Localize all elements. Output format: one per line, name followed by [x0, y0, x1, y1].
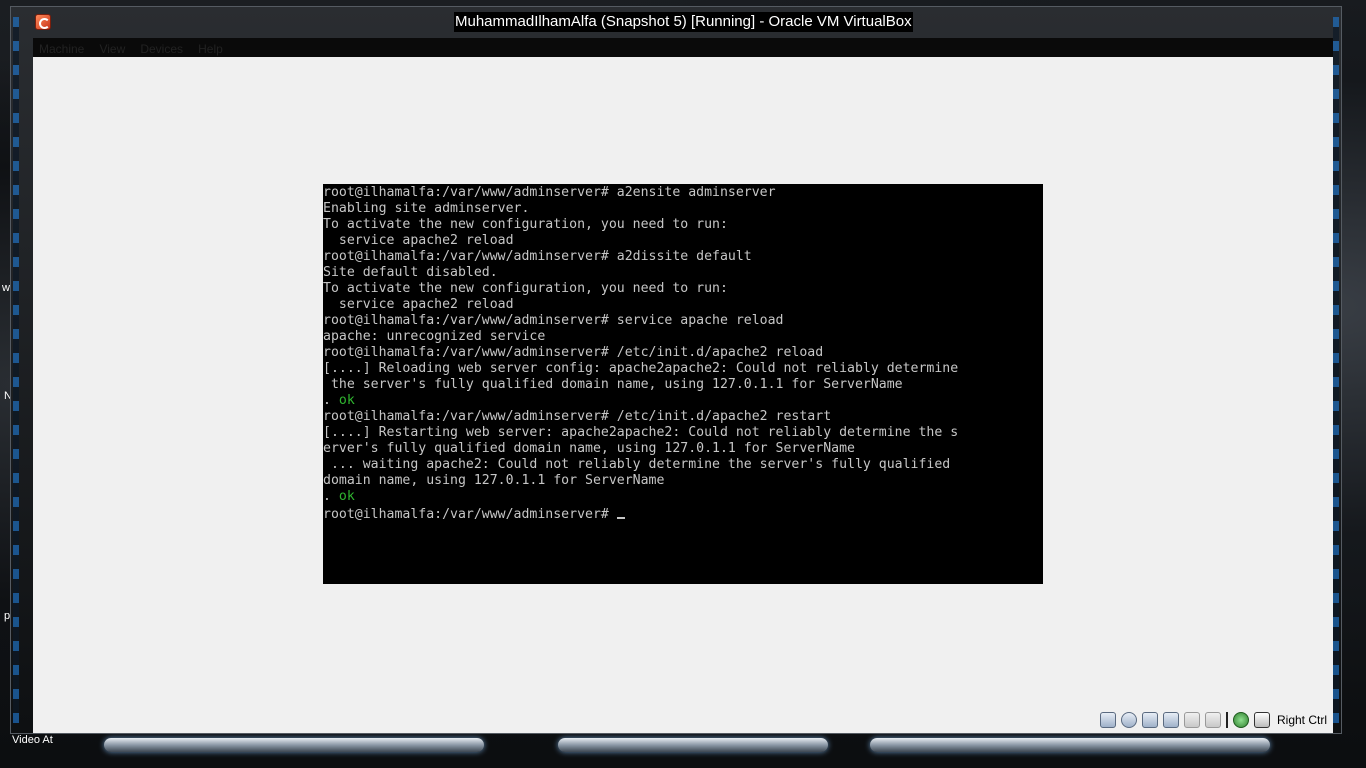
console-line-text: Enabling site adminserver. [323, 201, 530, 216]
console-line: service apache2 reload [323, 297, 1043, 313]
console-line-text: the server's fully qualified domain name… [323, 377, 903, 392]
taskbar-bar [558, 738, 828, 752]
taskbar-bar [104, 738, 484, 752]
console-line: . ok [323, 393, 1043, 409]
optical-drive-icon[interactable] [1120, 712, 1137, 728]
console-line-text: [....] Reloading web server config: apac… [323, 361, 959, 376]
console-line: the server's fully qualified domain name… [323, 377, 1043, 393]
console-line: root@ilhamalfa:/var/www/adminserver# a2e… [323, 185, 1043, 201]
virtualbox-app-icon[interactable] [35, 14, 51, 30]
usb-icon[interactable] [1141, 712, 1158, 728]
console-line-text: service apache2 reload [323, 233, 514, 248]
console-line-text: root@ilhamalfa:/var/www/adminserver# a2e… [323, 185, 776, 200]
console-line-text: root@ilhamalfa:/var/www/adminserver# a2d… [323, 249, 752, 264]
console-line: To activate the new configuration, you n… [323, 281, 1043, 297]
console-line: Site default disabled. [323, 265, 1043, 281]
network-icon[interactable] [1162, 712, 1179, 728]
window-title: MuhammadIlhamAlfa (Snapshot 5) [Running]… [454, 12, 913, 32]
status-ok-text: ok [338, 393, 355, 408]
title-bar[interactable]: MuhammadIlhamAlfa (Snapshot 5) [Running]… [11, 7, 1341, 37]
console-line-text: apache: unrecognized service [323, 329, 546, 344]
console-line-text: . [323, 489, 339, 504]
console-line-text: To activate the new configuration, you n… [323, 281, 728, 296]
taskbar-bar [870, 738, 1270, 752]
hard-disk-icon[interactable] [1099, 712, 1116, 728]
console-line-text: service apache2 reload [323, 297, 514, 312]
console-line: root@ilhamalfa:/var/www/adminserver# /et… [323, 409, 1043, 425]
console-line: domain name, using 127.0.1.1 for ServerN… [323, 473, 1043, 489]
console-line: service apache2 reload [323, 233, 1043, 249]
status-separator [1225, 712, 1228, 728]
console-line: erver's fully qualified domain name, usi… [323, 441, 1043, 457]
console-line-text: root@ilhamalfa:/var/www/adminserver# ser… [323, 313, 784, 328]
capture-icon[interactable] [1232, 712, 1249, 728]
window-frame-decoration [1333, 17, 1339, 723]
status-ok-text: ok [338, 489, 355, 504]
console-line-text: To activate the new configuration, you n… [323, 217, 728, 232]
console-line-text: erver's fully qualified domain name, usi… [323, 441, 855, 456]
shared-folder-icon[interactable] [1183, 712, 1200, 728]
console-line: . ok [323, 489, 1043, 505]
console-line: root@ilhamalfa:/var/www/adminserver# /et… [323, 345, 1043, 361]
display-icon[interactable] [1204, 712, 1221, 728]
console-line: To activate the new configuration, you n… [323, 217, 1043, 233]
console-line-text: [....] Restarting web server: apache2apa… [323, 425, 959, 440]
console-line-text: domain name, using 127.0.1.1 for ServerN… [323, 473, 665, 488]
console-line-text: root@ilhamalfa:/var/www/adminserver# [323, 507, 617, 521]
console-line: root@ilhamalfa:/var/www/adminserver# ser… [323, 313, 1043, 329]
menu-bar: Machine View Devices Help [33, 38, 1333, 57]
console-line-text: root@ilhamalfa:/var/www/adminserver# /et… [323, 345, 824, 360]
console-line: [....] Restarting web server: apache2apa… [323, 425, 1043, 441]
desktop-text-fragment: Video At [12, 734, 53, 746]
vm-display[interactable]: root@ilhamalfa:/var/www/adminserver# a2e… [33, 57, 1333, 707]
console-line: [....] Reloading web server config: apac… [323, 361, 1043, 377]
console-line: Enabling site adminserver. [323, 201, 1043, 217]
console-line-text: . [323, 393, 339, 408]
status-bar: Right Ctrl [33, 707, 1333, 733]
host-key-label: Right Ctrl [1276, 713, 1327, 727]
console-line: root@ilhamalfa:/var/www/adminserver# a2d… [323, 249, 1043, 265]
console-line: ... waiting apache2: Could not reliably … [323, 457, 1043, 473]
terminal-console[interactable]: root@ilhamalfa:/var/www/adminserver# a2e… [323, 184, 1043, 584]
mouse-integration-icon[interactable] [1253, 712, 1270, 728]
console-line-text: ... waiting apache2: Could not reliably … [323, 457, 951, 472]
virtualbox-window[interactable]: MuhammadIlhamAlfa (Snapshot 5) [Running]… [10, 6, 1342, 734]
console-line-text: root@ilhamalfa:/var/www/adminserver# /et… [323, 409, 832, 424]
terminal-cursor [616, 505, 625, 519]
console-line: apache: unrecognized service [323, 329, 1043, 345]
window-frame-decoration [13, 17, 19, 723]
console-line-text: Site default disabled. [323, 265, 498, 280]
console-line: root@ilhamalfa:/var/www/adminserver# [323, 505, 1043, 521]
